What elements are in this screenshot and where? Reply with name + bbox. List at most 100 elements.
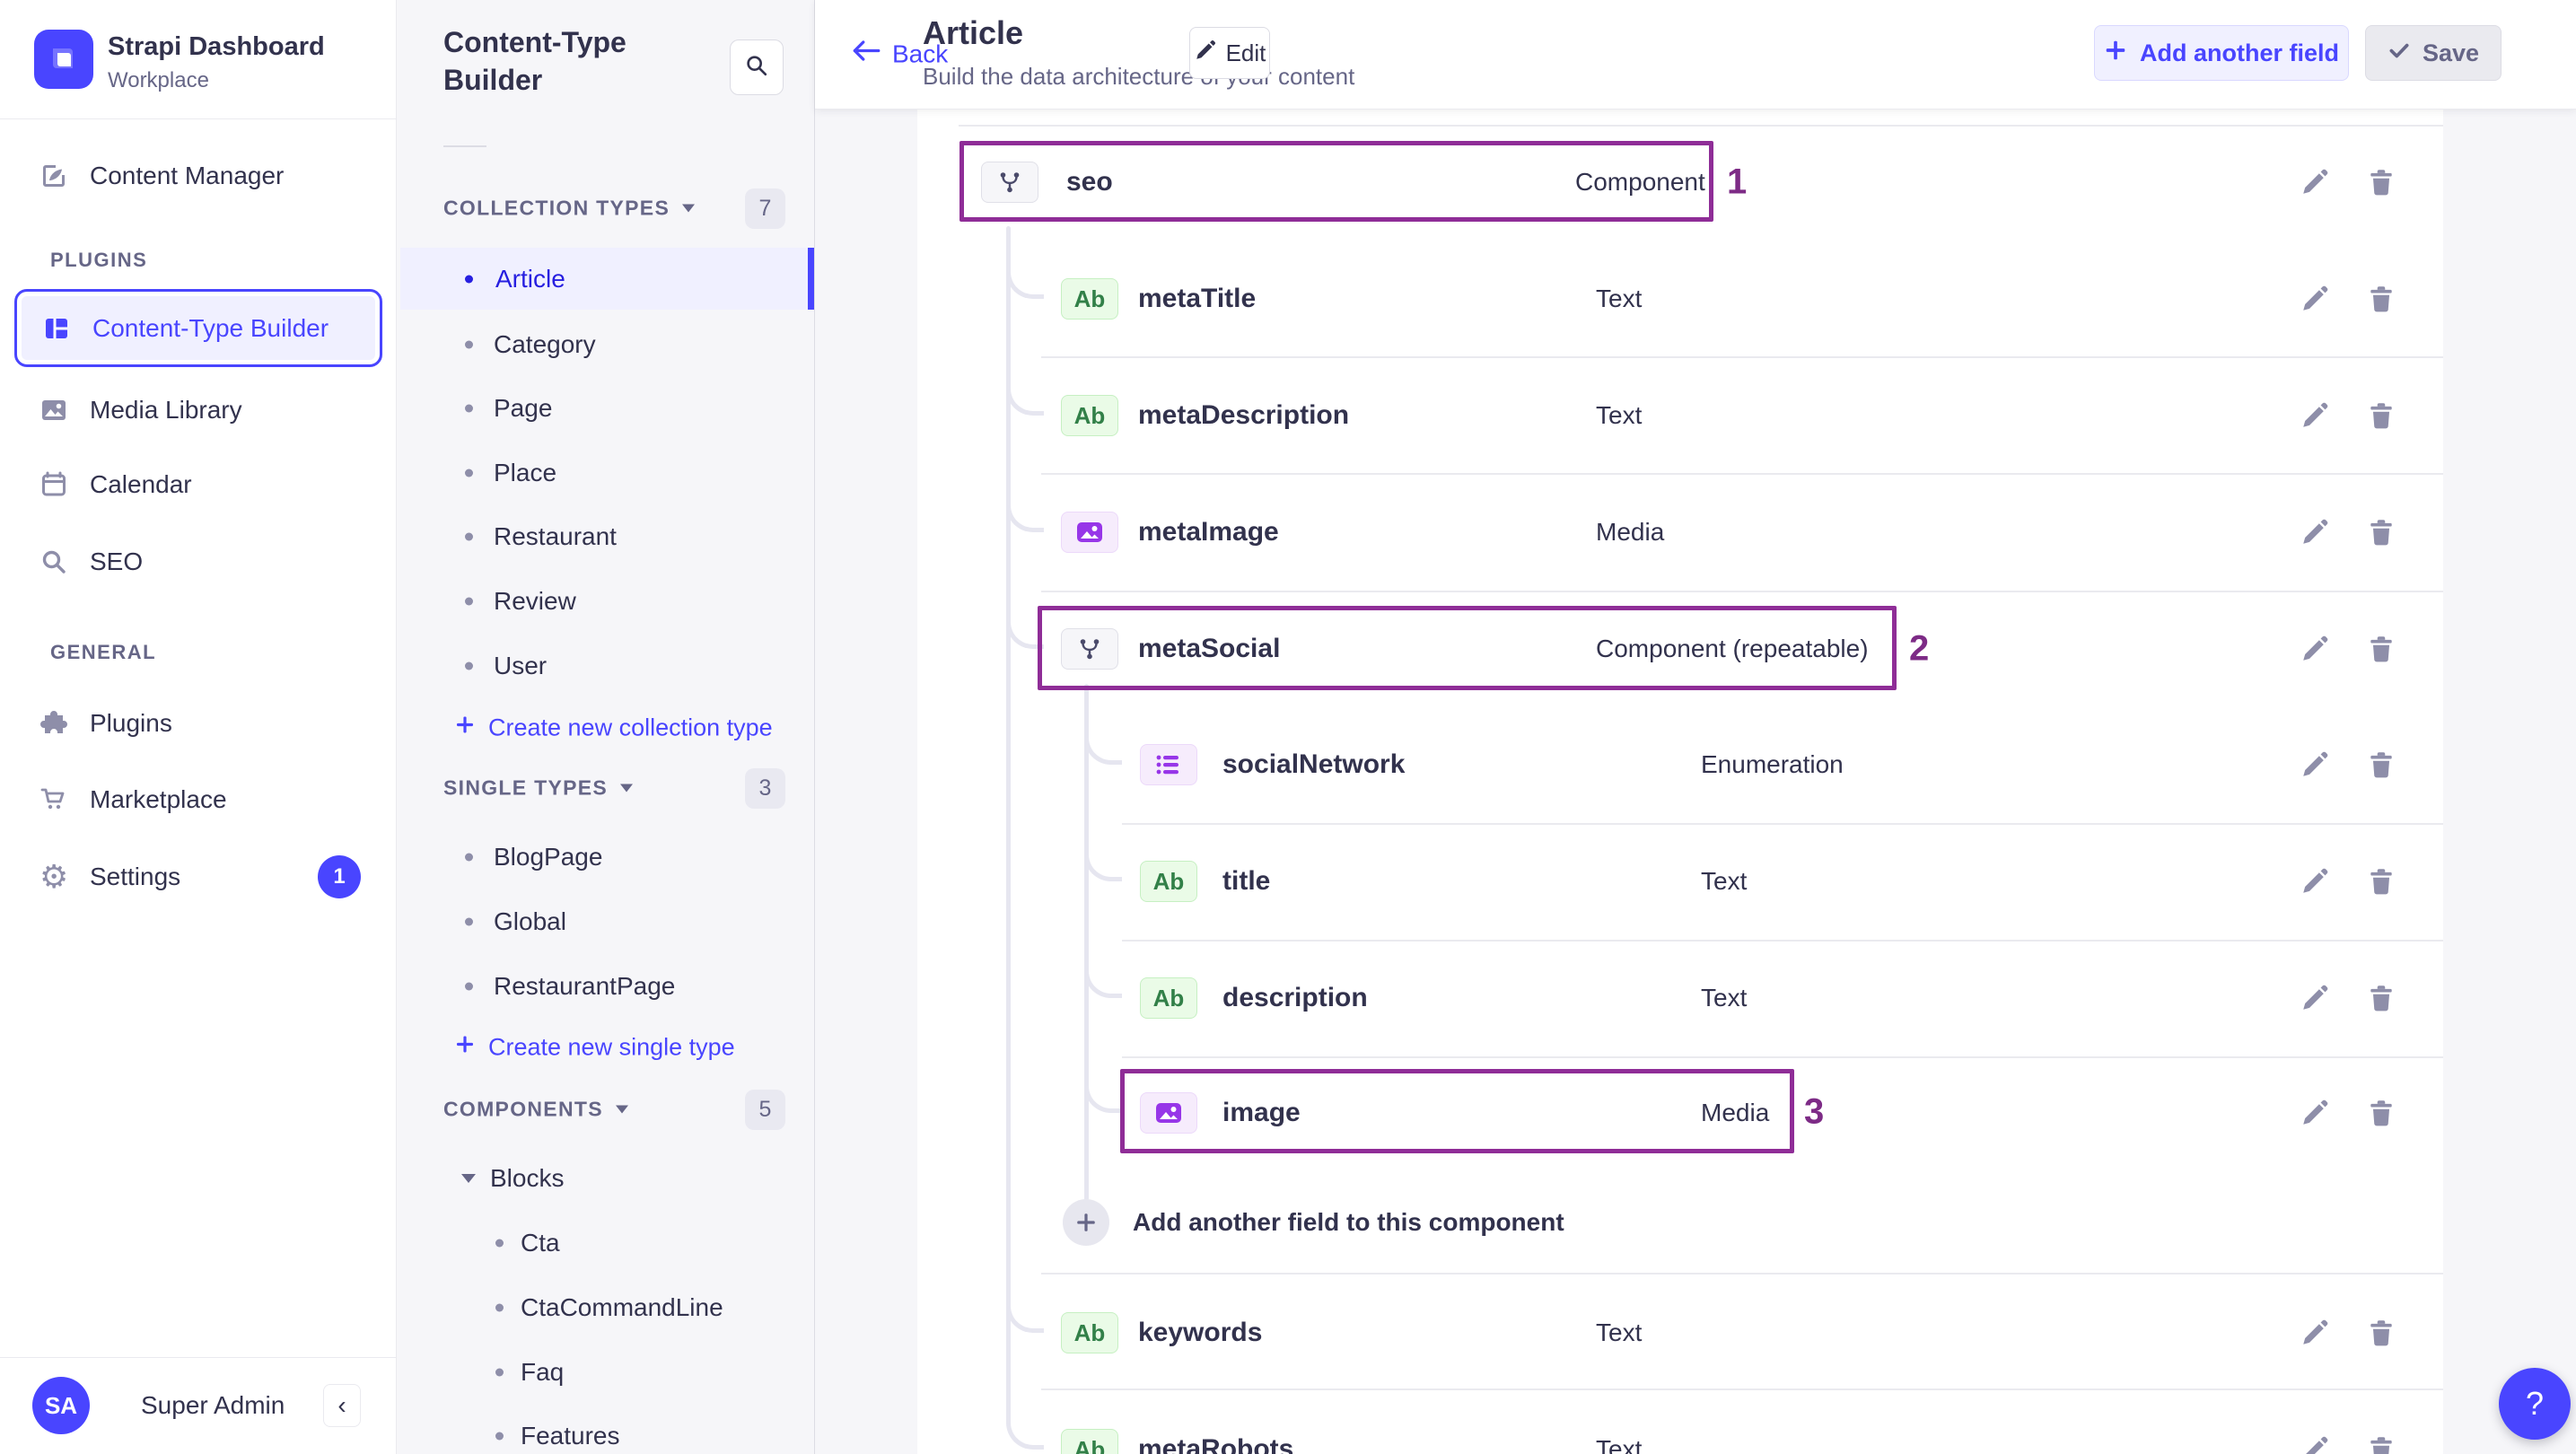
edit-field-button[interactable] — [2300, 167, 2330, 197]
main-content: Back Article Build the data architecture… — [815, 0, 2576, 1454]
help-button[interactable]: ? — [2499, 1368, 2571, 1440]
subnav-item-restaurantpage[interactable]: RestaurantPage — [397, 959, 814, 1014]
settings-notification-badge: 1 — [318, 855, 361, 898]
media-field-icon — [1140, 1092, 1197, 1134]
field-name: socialNetwork — [1222, 749, 1406, 779]
field-row-metasocial[interactable]: metaSocial Component (repeatable) — [917, 591, 2443, 707]
subnav-item-cta[interactable]: Cta — [397, 1215, 814, 1271]
edit-field-button[interactable] — [2300, 749, 2330, 780]
subnav-divider — [443, 145, 486, 147]
edit-field-button[interactable] — [2300, 1098, 2330, 1128]
sidebar-item-label: Settings — [90, 863, 181, 890]
field-type: Text — [1701, 984, 1748, 1012]
edit-field-button[interactable] — [2300, 400, 2330, 431]
sidebar-item-content-manager[interactable]: Content Manager — [0, 145, 397, 207]
bullet-icon — [465, 275, 473, 283]
active-indicator-bar — [808, 248, 814, 310]
subnav-item-ctacommandline[interactable]: CtaCommandLine — [397, 1280, 814, 1336]
brand-block[interactable]: Strapi Dashboard Workplace — [0, 0, 396, 119]
create-single-type-link[interactable]: Create new single type — [454, 1034, 735, 1062]
delete-field-button[interactable] — [2366, 866, 2396, 897]
strapi-dashboard: Strapi Dashboard Workplace Content Manag… — [0, 0, 2576, 1454]
subnav-title: Content-Type Builder — [443, 26, 626, 96]
field-type: Text — [1596, 285, 1643, 312]
delete-field-button[interactable] — [2366, 1318, 2396, 1348]
plus-icon — [454, 714, 476, 742]
edit-field-button[interactable] — [2300, 634, 2330, 664]
sidebar-item-content-type-builder[interactable]: Content-Type Builder — [14, 289, 382, 367]
field-type: Text — [1596, 1318, 1643, 1346]
add-field-to-component-row[interactable]: Add another field to this component — [917, 1164, 2443, 1281]
delete-field-button[interactable] — [2366, 634, 2396, 664]
component-icon — [1061, 628, 1118, 670]
field-row-metatitle[interactable]: Ab metaTitle Text — [917, 241, 2443, 357]
subnav-item-page[interactable]: Page — [397, 381, 814, 436]
component-group-blocks[interactable]: Blocks — [461, 1164, 564, 1193]
sidebar-item-marketplace[interactable]: Marketplace — [0, 768, 397, 831]
field-row-seo[interactable]: seo Component — [917, 124, 2443, 241]
subnav-item-features[interactable]: Features — [397, 1408, 814, 1454]
subnav-item-review[interactable]: Review — [397, 574, 814, 629]
field-row-title[interactable]: Ab title Text — [917, 823, 2443, 940]
subnav-item-restaurant[interactable]: Restaurant — [397, 509, 814, 565]
edit-field-button[interactable] — [2300, 983, 2330, 1013]
field-row-metarobots[interactable]: Ab metaRobots Text — [917, 1391, 2443, 1454]
single-types-header[interactable]: SINGLE TYPES — [443, 776, 634, 801]
edit-field-button[interactable] — [2300, 284, 2330, 314]
delete-field-button[interactable] — [2366, 1098, 2396, 1128]
strapi-logo-icon — [34, 30, 93, 89]
edit-field-button[interactable] — [2300, 866, 2330, 897]
collection-types-header[interactable]: COLLECTION TYPES — [443, 197, 696, 221]
create-collection-type-link[interactable]: Create new collection type — [454, 714, 773, 742]
subnav-item-category[interactable]: Category — [397, 317, 814, 372]
edit-button[interactable]: Edit — [1189, 27, 1270, 79]
save-button[interactable]: Save — [2365, 25, 2502, 81]
components-header[interactable]: COMPONENTS — [443, 1098, 628, 1122]
sidebar-item-calendar[interactable]: Calendar — [0, 453, 397, 516]
subnav-item-faq[interactable]: Faq — [397, 1345, 814, 1400]
text-field-icon: Ab — [1061, 395, 1118, 436]
bullet-icon — [465, 404, 473, 413]
collapse-sidebar-button[interactable]: ‹ — [323, 1384, 361, 1427]
sidebar-item-label: SEO — [90, 547, 144, 575]
sidebar-item-media-library[interactable]: Media Library — [0, 379, 397, 442]
field-row-image[interactable]: image Media — [917, 1055, 2443, 1171]
delete-field-button[interactable] — [2366, 1434, 2396, 1454]
subnav-item-blogpage[interactable]: BlogPage — [397, 829, 814, 885]
field-type: Component — [1575, 168, 1705, 196]
subnav-item-global[interactable]: Global — [397, 894, 814, 950]
delete-field-button[interactable] — [2366, 284, 2396, 314]
search-button[interactable] — [730, 39, 784, 95]
sidebar-item-plugins[interactable]: Plugins — [0, 692, 397, 755]
field-name: seo — [1066, 167, 1113, 197]
subnav-item-user[interactable]: User — [397, 638, 814, 694]
field-name: metaSocial — [1138, 634, 1281, 663]
add-another-field-button[interactable]: Add another field — [2094, 25, 2349, 81]
search-icon — [743, 52, 770, 83]
field-type: Text — [1596, 401, 1643, 429]
edit-field-button[interactable] — [2300, 1434, 2330, 1454]
bullet-icon — [465, 469, 473, 477]
subnav-item-article[interactable]: Article — [400, 248, 814, 310]
field-row-metaimage[interactable]: metaImage Media — [917, 474, 2443, 591]
media-library-icon — [39, 396, 68, 425]
sidebar-item-seo[interactable]: SEO — [0, 530, 397, 593]
edit-field-button[interactable] — [2300, 1318, 2330, 1348]
delete-field-button[interactable] — [2366, 400, 2396, 431]
avatar[interactable]: SA — [32, 1377, 90, 1434]
field-row-socialnetwork[interactable]: socialNetwork Enumeration — [917, 706, 2443, 823]
field-row-description[interactable]: Ab description Text — [917, 940, 2443, 1056]
field-type: Media — [1596, 518, 1665, 546]
field-row-keywords[interactable]: Ab keywords Text — [917, 1274, 2443, 1391]
page-header: Back Article Build the data architecture… — [815, 0, 2576, 109]
delete-field-button[interactable] — [2366, 517, 2396, 547]
field-name: keywords — [1138, 1318, 1263, 1347]
delete-field-button[interactable] — [2366, 983, 2396, 1013]
delete-field-button[interactable] — [2366, 167, 2396, 197]
subnav-item-place[interactable]: Place — [397, 445, 814, 501]
delete-field-button[interactable] — [2366, 749, 2396, 780]
edit-field-button[interactable] — [2300, 517, 2330, 547]
plus-circle-icon[interactable] — [1063, 1199, 1109, 1246]
arrow-left-icon — [851, 39, 881, 69]
field-row-metadescription[interactable]: Ab metaDescription Text — [917, 357, 2443, 474]
